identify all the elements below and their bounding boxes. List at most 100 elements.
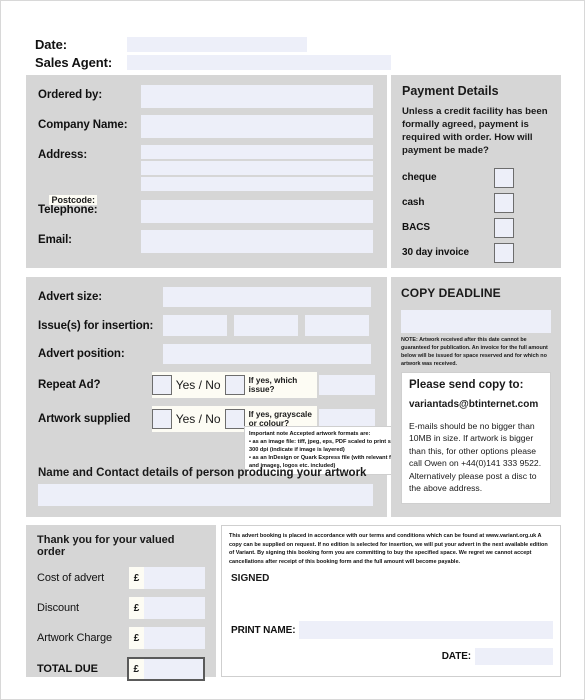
print-name-input[interactable]	[299, 621, 553, 639]
repeat-ad-label: Repeat Ad?	[38, 379, 101, 391]
issue-2-input[interactable]	[234, 315, 298, 336]
cost-of-advert-label: Cost of advert	[37, 572, 105, 584]
sales-agent-input[interactable]	[127, 55, 391, 70]
email-input[interactable]	[141, 230, 373, 253]
artwork-supplied-yes-no-text: Yes / No	[175, 412, 221, 426]
cost-of-advert-input[interactable]: £	[129, 567, 205, 589]
repeat-ad-question: If yes, which issue?	[248, 375, 298, 394]
payment-option-cheque[interactable]: cheque	[402, 167, 550, 188]
artwork-formats-note-lead: Accepted artwork formats are:	[289, 431, 371, 437]
payment-option-cash-checkbox[interactable]	[494, 192, 514, 213]
advert-size-label: Advert size:	[38, 291, 102, 303]
payment-option-cheque-checkbox[interactable]	[494, 167, 514, 188]
advert-size-row: Advert size:	[38, 287, 375, 307]
repeat-ad-yes-checkbox[interactable]	[151, 375, 172, 395]
send-copy-title: Please send copy to:	[409, 379, 524, 392]
address-line-3-input[interactable]	[141, 177, 373, 191]
address-row: Address: Postcode:	[38, 145, 375, 205]
form-header: Date: Sales Agent:	[35, 37, 391, 73]
signed-label: SIGNED	[231, 573, 270, 584]
telephone-input[interactable]	[141, 200, 373, 223]
artwork-charge-input[interactable]: £	[129, 627, 205, 649]
terms-and-conditions-text: This advert booking is placed in accorda…	[229, 533, 548, 565]
payment-details-intro: Unless a credit facility has been formal…	[402, 106, 548, 156]
address-line-2-input[interactable]	[141, 161, 373, 175]
discount-input[interactable]: £	[129, 597, 205, 619]
payment-option-cash-label: cash	[402, 197, 425, 209]
company-name-label: Company Name:	[38, 119, 128, 131]
artwork-supplied-no-checkbox[interactable]	[224, 409, 245, 429]
currency-symbol: £	[128, 659, 144, 679]
advert-position-label: Advert position:	[38, 348, 125, 360]
payment-option-30-day-invoice[interactable]: 30 day invoice	[402, 242, 550, 263]
repeat-ad-yes-no-text: Yes / No	[175, 378, 221, 392]
artwork-supplied-yes-checkbox[interactable]	[151, 409, 172, 429]
discount-label: Discount	[37, 602, 79, 614]
currency-symbol: £	[129, 597, 144, 619]
print-name-row: PRINT NAME:	[231, 621, 553, 639]
repeat-ad-no-checkbox[interactable]	[224, 375, 245, 395]
total-due-row: TOTAL DUE £	[37, 657, 205, 681]
company-name-row: Company Name:	[38, 115, 375, 138]
issue-3-input[interactable]	[305, 315, 369, 336]
date-label: Date:	[35, 37, 68, 52]
issues-for-insertion-row: Issue(s) for insertion:	[38, 315, 375, 336]
email-label: Email:	[38, 234, 72, 246]
payment-option-30-day-invoice-checkbox[interactable]	[494, 242, 514, 263]
signature-date-label: DATE:	[441, 651, 471, 662]
date-input[interactable]	[127, 37, 307, 52]
payment-option-bacs[interactable]: BACS	[402, 217, 550, 238]
sales-agent-label: Sales Agent:	[35, 55, 113, 70]
send-copy-box: Please send copy to: variantads@btintern…	[401, 372, 551, 504]
cost-of-advert-row: Cost of advert £	[37, 567, 205, 589]
artwork-formats-note-item-1: • as an image file: tiff, jpeg, eps, PDF…	[249, 439, 405, 454]
artwork-producer-input[interactable]	[38, 484, 373, 506]
address-line-1-input[interactable]	[141, 145, 373, 159]
artwork-charge-row: Artwork Charge £	[37, 627, 205, 649]
artwork-charge-label: Artwork Charge	[37, 632, 113, 644]
issues-for-insertion-label: Issue(s) for insertion:	[38, 319, 154, 332]
advert-position-row: Advert position:	[38, 344, 375, 364]
send-copy-instructions: E-mails should be no bigger than 10MB in…	[409, 420, 542, 494]
date-row: Date:	[35, 37, 391, 52]
ordered-by-input[interactable]	[141, 85, 373, 108]
advert-size-input[interactable]	[163, 287, 371, 307]
total-due-input[interactable]: £	[126, 657, 205, 681]
issue-1-input[interactable]	[163, 315, 227, 336]
ordered-by-row: Ordered by:	[38, 85, 375, 108]
copy-deadline-title: COPY DEADLINE	[401, 286, 501, 300]
artwork-producer-label: Name and Contact details of person produ…	[38, 467, 367, 479]
artwork-supplied-label: Artwork supplied	[38, 413, 131, 425]
address-label: Address:	[38, 149, 88, 161]
repeat-ad-row: Repeat Ad? Yes / No If yes, which issue?	[38, 372, 375, 398]
payment-option-cheque-label: cheque	[402, 172, 437, 184]
address-lines: Postcode:	[49, 145, 373, 205]
repeat-ad-yes-no-group: Yes / No If yes, which issue?	[151, 372, 317, 398]
artwork-formats-note-heading: Important note Accepted artwork formats …	[249, 430, 406, 438]
payment-details-title: Payment Details	[402, 84, 499, 98]
signature-panel: This advert booking is placed in accorda…	[221, 525, 561, 677]
send-copy-email: variantads@btinternet.com	[409, 399, 539, 411]
payment-option-bacs-checkbox[interactable]	[494, 217, 514, 238]
customer-details-panel: Ordered by: Company Name: Address: Postc…	[26, 75, 387, 268]
discount-row: Discount £	[37, 597, 205, 619]
payment-option-bacs-label: BACS	[402, 222, 430, 234]
advert-position-input[interactable]	[163, 344, 371, 364]
advert-details-panel: Advert size: Issue(s) for insertion: Adv…	[26, 277, 411, 517]
signature-date-input[interactable]	[475, 648, 553, 665]
copy-deadline-panel: COPY DEADLINE NOTE: Artwork received aft…	[391, 277, 561, 517]
artwork-formats-note-title: Important note	[249, 431, 289, 437]
repeat-ad-issue-input[interactable]	[318, 375, 375, 395]
issues-for-insertion-inputs	[163, 315, 369, 336]
booking-form-page: Date: Sales Agent: Ordered by: Company N…	[0, 0, 585, 700]
payment-option-cash[interactable]: cash	[402, 192, 550, 213]
copy-deadline-note: NOTE: Artwork received after this date c…	[401, 337, 548, 368]
email-row: Email:	[38, 230, 375, 253]
total-due-label: TOTAL DUE	[37, 663, 98, 675]
payment-option-30-day-invoice-label: 30 day invoice	[402, 247, 469, 259]
signature-date-row: DATE:	[442, 648, 553, 665]
copy-deadline-date-input[interactable]	[401, 310, 551, 333]
company-name-input[interactable]	[141, 115, 373, 138]
print-name-label: PRINT NAME:	[231, 624, 296, 636]
ordered-by-label: Ordered by:	[38, 89, 103, 101]
